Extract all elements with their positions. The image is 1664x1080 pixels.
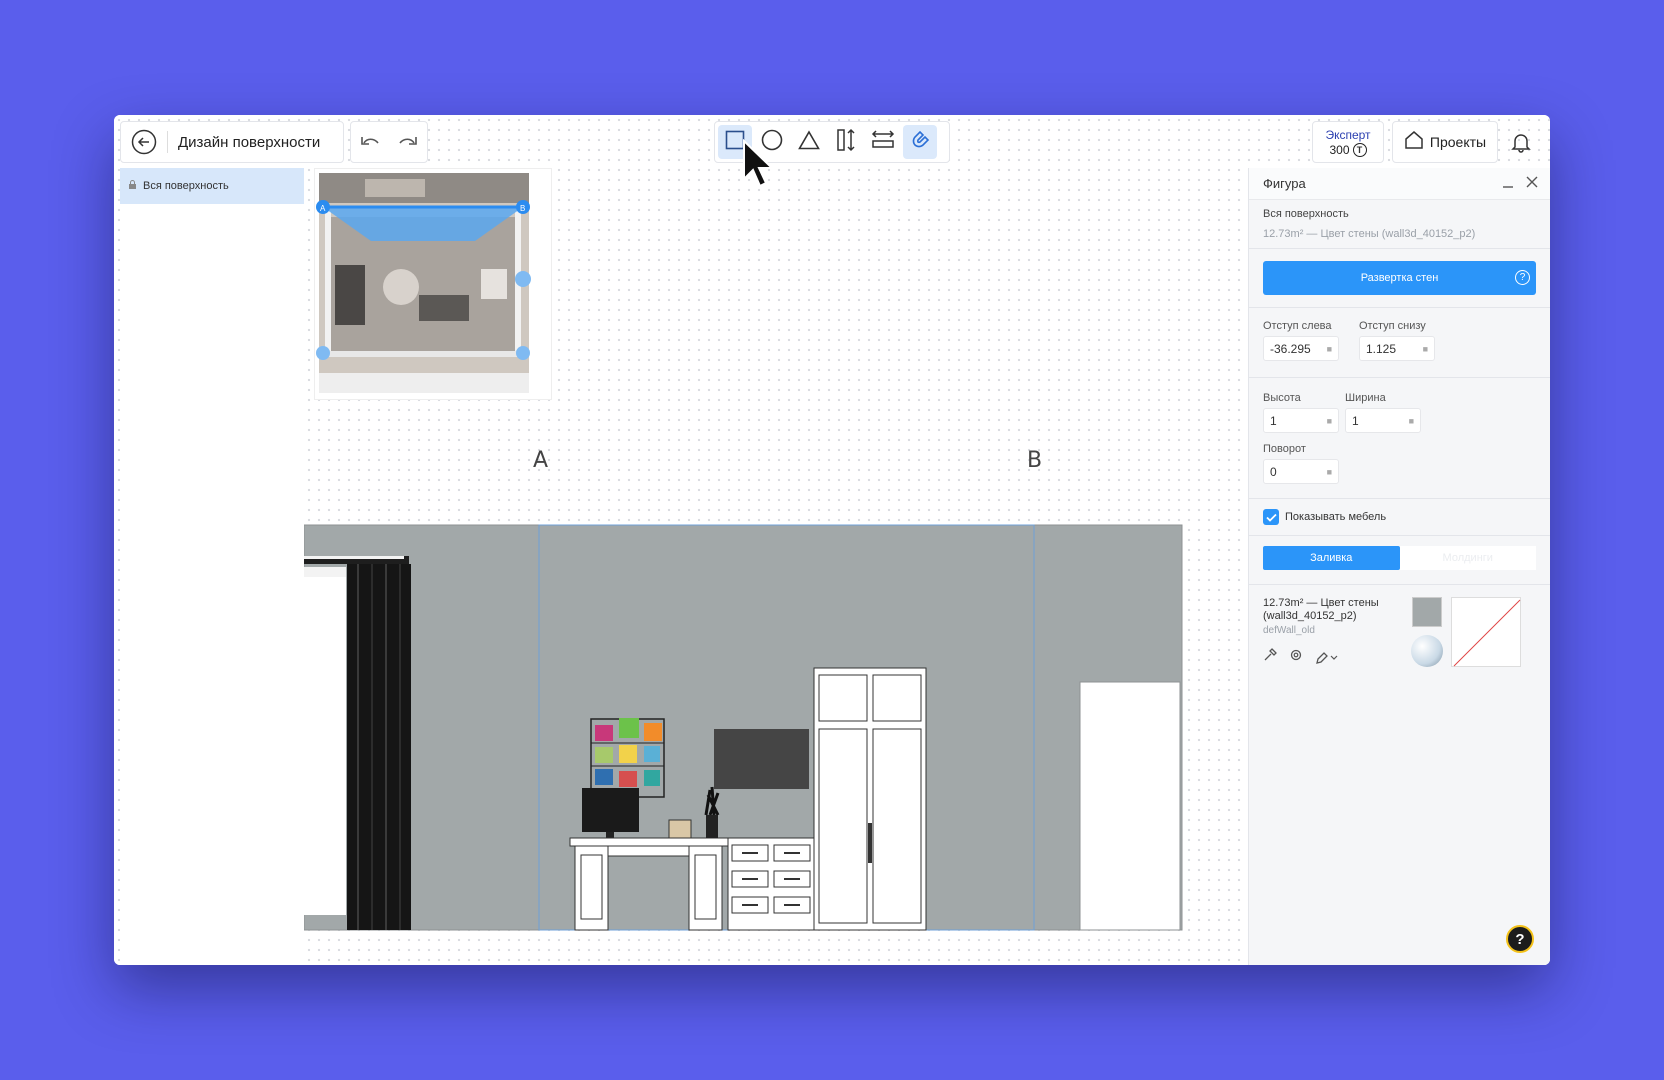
material-title: 12.73m² — Цвет стены (wall3d_40152_p2) [1263,597,1379,622]
bell-icon[interactable] [1508,129,1534,155]
triangle-tool[interactable] [792,125,826,159]
rotation-value: 0 [1270,464,1277,479]
offset-bottom-label: Отступ снизу [1359,320,1426,332]
height-value: 1 [1270,413,1277,428]
vertical-arrows-icon [835,128,857,157]
magnet-icon [909,129,931,156]
tokens-icon: T [1352,142,1367,157]
arrow-left-circle-icon[interactable] [131,129,157,155]
offset-bottom-value: 1.125 [1366,341,1397,356]
width-input[interactable]: 1 ■ [1345,408,1421,433]
offset-left-value: -36.295 [1270,341,1311,356]
tv [714,729,809,789]
offset-left-label: Отступ слева [1263,320,1332,332]
unfold-walls-label: Развертка стен [1360,272,1439,284]
app-window: A B A B Дизайн поверхности Эксперт 300 T… [114,115,1550,965]
material-sphere-preview [1411,635,1443,667]
texture-preview[interactable] [1451,597,1521,667]
lock-icon[interactable]: ■ [1423,344,1428,354]
panel-title: Фигура [1263,176,1306,191]
minimize-icon[interactable] [1502,176,1514,191]
gear-icon[interactable] [1289,648,1303,667]
surface-name: Вся поверхность [1263,208,1349,220]
rotation-label: Поворот [1263,443,1306,455]
lock-icon[interactable]: ■ [1327,344,1332,354]
figure-panel: Фигура Вся поверхность 12.73m² — Цвет ст… [1248,168,1550,965]
desk-monitor [582,788,639,832]
projects-button[interactable]: Проекты [1392,121,1498,163]
wardrobe [813,667,927,931]
room-minimap[interactable]: A B [314,168,552,400]
help-button[interactable]: ? [1506,925,1534,953]
layer-item[interactable]: Вся поверхность [120,168,304,204]
door-opening [1079,681,1181,931]
show-furniture-label: Показывать мебель [1285,511,1387,523]
undo-icon[interactable] [359,134,381,150]
lock-icon [128,179,137,193]
rotation-input[interactable]: 0 ■ [1263,459,1339,484]
page-title: Дизайн поверхности [178,133,321,151]
wall-point-a: A [533,448,549,473]
close-icon[interactable] [1526,176,1538,191]
lock-icon[interactable]: ■ [1409,416,1414,426]
home-icon [1404,130,1424,155]
height-input[interactable]: 1 ■ [1263,408,1339,433]
horizontal-arrows-icon [871,129,895,156]
paint-brush-icon[interactable] [1315,651,1338,665]
window-opening [304,567,346,915]
redo-icon[interactable] [397,134,419,150]
tab-fill-label: Заливка [1310,552,1353,564]
width-label: Ширина [1345,392,1386,404]
tab-moldings-label: Молдинги [1442,552,1493,564]
help-circle-icon[interactable]: ? [1515,270,1530,285]
unfold-walls-button[interactable]: Развертка стен ? [1263,261,1536,295]
triangle-icon [798,129,820,155]
magnet-tool[interactable] [903,125,937,159]
minimap-handle-b: B [520,204,525,213]
surface-info: 12.73m² — Цвет стены (wall3d_40152_p2) [1263,228,1476,240]
drawer-unit [727,837,815,931]
chevron-down-icon [1330,655,1338,660]
material-subtitle: defWall_old [1263,625,1315,636]
history-panel [350,121,428,163]
tab-fill[interactable]: Заливка [1263,546,1400,570]
curtain [347,564,411,930]
plan-badge[interactable]: Эксперт 300 T [1312,121,1384,163]
vertical-distribute-tool[interactable] [829,125,863,159]
balance-value: 300 [1329,142,1350,157]
projects-label: Проекты [1429,134,1487,150]
plan-label: Эксперт [1325,127,1371,142]
minimap-handle-a: A [320,204,326,213]
layer-item-label: Вся поверхность [143,180,229,192]
tab-moldings[interactable]: Молдинги [1400,546,1537,570]
lock-icon[interactable]: ■ [1327,467,1332,477]
lock-icon[interactable]: ■ [1327,416,1332,426]
color-swatch[interactable] [1412,597,1442,627]
header-title-panel: Дизайн поверхности [120,121,344,163]
horizontal-distribute-tool[interactable] [866,125,900,159]
show-furniture-checkbox[interactable] [1263,509,1279,525]
eyedropper-icon[interactable] [1263,648,1277,667]
width-value: 1 [1352,413,1359,428]
layers-panel: Вся поверхность [120,168,304,965]
offset-bottom-input[interactable]: 1.125 ■ [1359,336,1435,361]
wall-point-b: B [1027,448,1043,473]
offset-left-input[interactable]: -36.295 ■ [1263,336,1339,361]
mouse-cursor-icon [743,139,775,188]
height-label: Высота [1263,392,1301,404]
